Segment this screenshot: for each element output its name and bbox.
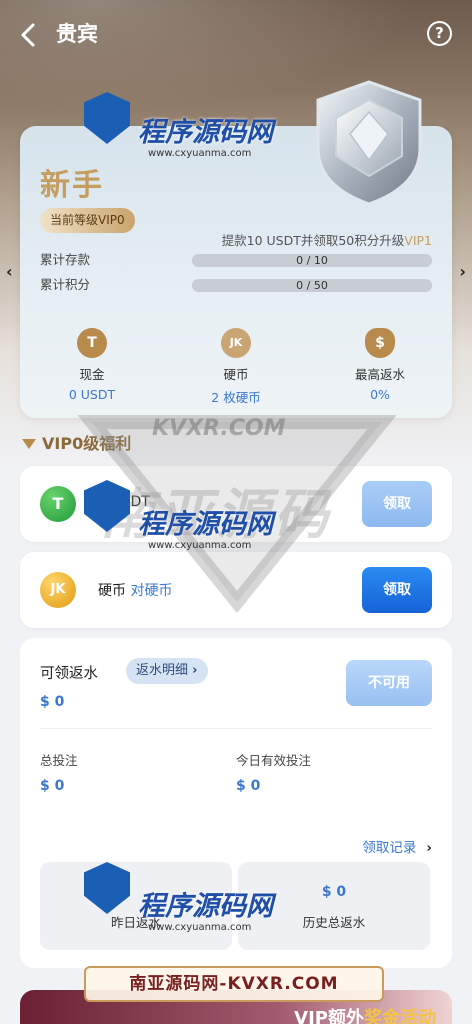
deposit-progress-bar: 0 / 10	[192, 254, 432, 267]
chevron-right-icon: ›	[192, 663, 198, 678]
total-bet-label: 总投注	[40, 753, 78, 768]
upgrade-text: 提款10 USDT并领取50积分升级	[221, 233, 405, 248]
help-button[interactable]: ?	[427, 21, 452, 46]
coin-icon: JK	[40, 572, 76, 608]
deposit-progress-row: 累计存款 0 / 10	[40, 250, 432, 270]
claim-cash-button[interactable]: 领取	[362, 481, 432, 527]
vip-shield-badge-icon	[316, 80, 422, 206]
deposit-label: 累计存款	[40, 252, 91, 267]
current-level-badge: 当前等级VIP0	[40, 208, 135, 233]
history-rebate-value: $ 0	[321, 884, 347, 900]
stat-cash: T 现金 0 USDT	[32, 328, 152, 402]
points-progress-text: 0 / 50	[296, 279, 328, 292]
claim-coins-button[interactable]: 领取	[362, 567, 432, 613]
chevron-right-icon: ›	[426, 840, 432, 856]
yesterday-rebate-label: 昨日返水	[110, 915, 161, 930]
stat-value: 2 枚硬币	[211, 390, 261, 405]
unavailable-button[interactable]: 不可用	[346, 660, 432, 706]
stat-label: 现金	[79, 367, 105, 382]
points-progress-bar: 0 / 50	[192, 279, 432, 292]
money-bag-icon: $	[365, 328, 395, 358]
history-rebate-box: $ 0 历史总返水	[238, 862, 430, 950]
upgrade-target: VIP1	[404, 233, 432, 248]
chevron-left-icon	[21, 23, 35, 47]
stat-value: 0%	[370, 387, 390, 402]
total-bet-value: $ 0	[40, 778, 65, 794]
rebate-title: 可领返水	[40, 666, 98, 682]
tether-icon: T	[40, 486, 76, 522]
rebate-detail-button[interactable]: 返水明细 ›	[126, 658, 208, 684]
prev-level-arrow[interactable]: ‹	[6, 262, 13, 281]
reward-row-cash: T 0 USDT 领取	[20, 466, 452, 542]
deposit-progress-text: 0 / 10	[296, 254, 328, 267]
stat-coins: JK 硬币 2 枚硬币	[176, 328, 296, 406]
claim-record-link[interactable]: 领取记录 ›	[362, 836, 432, 856]
coin-icon: JK	[221, 328, 251, 358]
yesterday-rebate-box: 昨日返水	[40, 862, 232, 950]
points-progress-row: 累计积分 0 / 50	[40, 275, 432, 295]
reward-label: 0 USDT	[98, 494, 150, 510]
points-label: 累计积分	[40, 277, 91, 292]
history-rebate-label: 历史总返水	[302, 915, 366, 930]
diamond-icon	[22, 439, 36, 449]
stat-label: 最高返水	[354, 367, 405, 382]
tether-icon: T	[77, 328, 107, 358]
reward-label: 硬币 对硬币	[98, 583, 173, 599]
stat-label: 硬币	[223, 367, 249, 382]
level-name: 新手	[40, 168, 104, 203]
divider	[40, 728, 432, 729]
next-level-arrow[interactable]: ›	[459, 262, 466, 281]
vip-bonus-promo-banner[interactable]: VIP额外奖金活动	[20, 990, 452, 1024]
promo-title: VIP额外奖金活动	[294, 1008, 436, 1024]
today-valid-bet-label: 今日有效投注	[236, 753, 312, 768]
page-title: 贵宾	[56, 22, 98, 46]
rebate-card: 可领返水 返水明细 › $ 0 不可用 总投注 $ 0 今日有效投注 $ 0 领…	[20, 638, 452, 968]
reward-row-coins: JK 硬币 对硬币 领取	[20, 552, 452, 628]
upgrade-requirement: 提款10 USDT并领取50积分升级VIP1	[222, 230, 432, 249]
top-bar: 贵宾 ?	[0, 0, 472, 68]
stat-max-rebate: $ 最高返水 0%	[320, 328, 440, 402]
stat-value: 0 USDT	[68, 387, 116, 402]
yesterday-rebate-value	[40, 884, 232, 902]
back-button[interactable]	[14, 20, 44, 50]
rebate-amount: $ 0	[40, 694, 65, 710]
reward-link[interactable]: 对硬币	[130, 583, 172, 599]
today-valid-bet-value: $ 0	[236, 778, 261, 794]
benefits-title: VIP0级福利	[22, 430, 131, 454]
